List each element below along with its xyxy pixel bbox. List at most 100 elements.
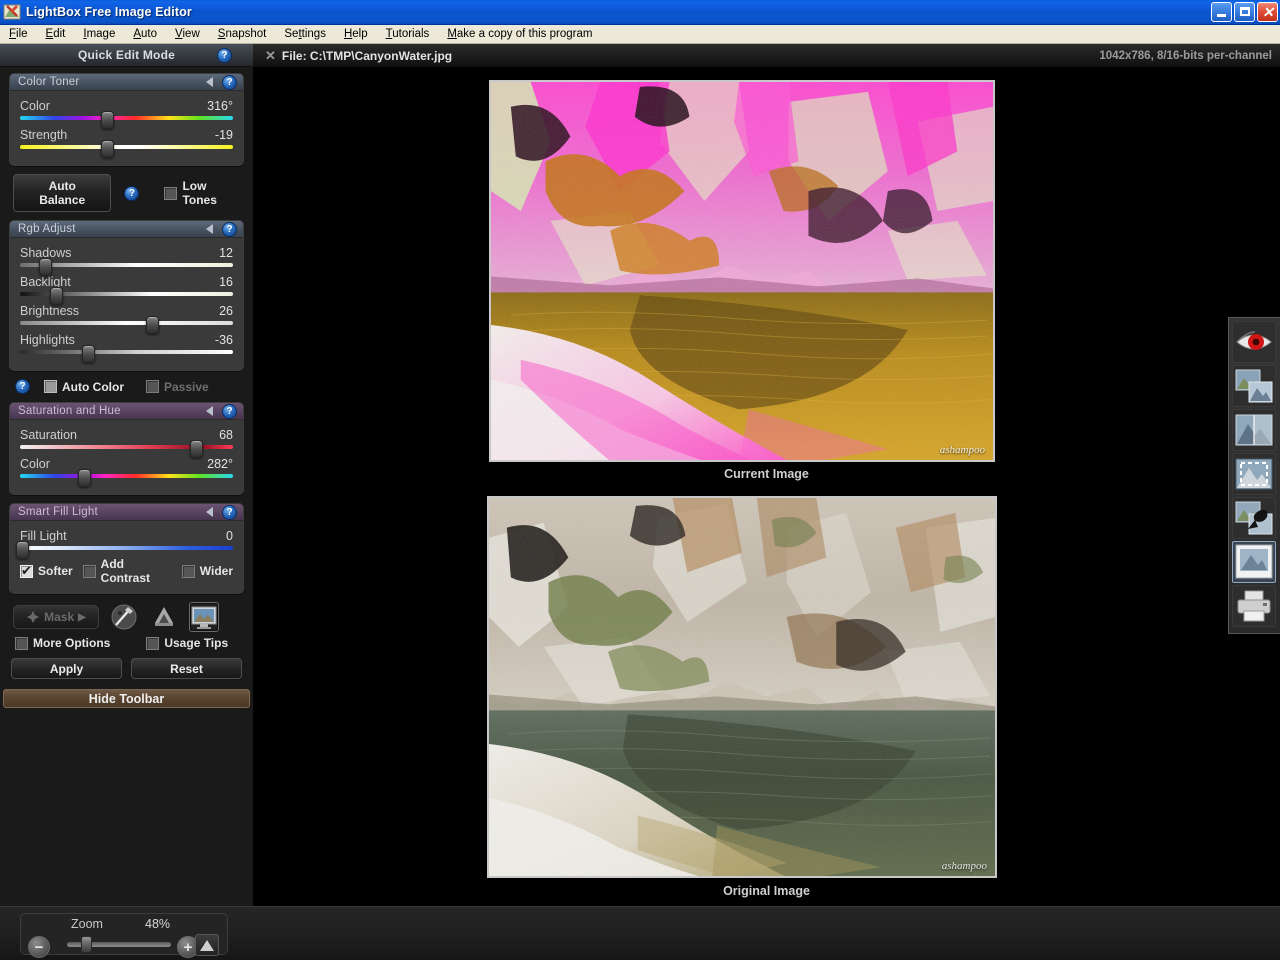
slider-highlights: Highlights -36 (20, 333, 233, 363)
slider-track[interactable] (20, 316, 233, 334)
mask-arrow-icon: ▶ (78, 611, 86, 623)
help-icon[interactable]: ? (15, 379, 30, 394)
slider-value: -36 (214, 333, 233, 347)
menu-view[interactable]: View (166, 27, 209, 42)
collapse-triangle-icon[interactable] (206, 77, 213, 87)
collapse-triangle-icon[interactable] (206, 406, 213, 416)
slider-backlight: Backlight 16 (20, 275, 233, 305)
minimize-button[interactable] (1211, 2, 1232, 22)
menu-snapshot[interactable]: Snapshot (209, 27, 276, 42)
softer-label: Softer (38, 564, 73, 578)
white-border-frame-icon[interactable] (1232, 541, 1276, 583)
help-icon[interactable]: ? (124, 185, 140, 201)
slider-knob[interactable] (100, 140, 114, 158)
slider-color: Color 282° (20, 457, 233, 487)
slider-label: Highlights (20, 333, 75, 347)
add-contrast-label: Add Contrast (100, 557, 151, 585)
wider-checkbox[interactable]: Wider (181, 564, 233, 578)
slider-knob[interactable] (81, 345, 95, 363)
close-file-icon[interactable]: ✕ (265, 48, 276, 64)
more-options-checkbox[interactable]: More Options (15, 636, 110, 650)
current-image-frame[interactable]: ashampoo (489, 80, 995, 462)
auto-color-checkbox[interactable]: Auto Color (44, 380, 124, 394)
shadow-effect-icon[interactable] (1232, 497, 1276, 539)
apply-button[interactable]: Apply (11, 658, 122, 679)
low-tones-checkbox[interactable]: Low Tones (164, 179, 244, 207)
wand-tool-icon[interactable] (109, 602, 139, 632)
crop-selection-icon[interactable] (1232, 453, 1276, 495)
slider-knob[interactable] (190, 440, 204, 458)
slider-label: Color (20, 457, 50, 471)
menu-make-a-copy[interactable]: Make a copy of this program (438, 27, 601, 42)
slider-knob[interactable] (145, 316, 159, 334)
menu-tutorials[interactable]: Tutorials (377, 27, 439, 42)
compare-images-icon[interactable] (1232, 365, 1276, 407)
slider-track[interactable] (20, 258, 233, 276)
original-image-caption: Original Image (723, 884, 810, 898)
menu-settings[interactable]: Settings (275, 27, 335, 42)
help-icon[interactable]: ? (222, 75, 237, 90)
help-icon[interactable]: ? (217, 48, 232, 63)
zoom-slider-knob[interactable] (81, 936, 92, 953)
preview-monitor-icon[interactable] (189, 602, 219, 632)
panel-rgb-adjust: Rgb Adjust ? Shadows 12 Backlight 16 Bri… (9, 220, 244, 371)
collapse-triangle-icon[interactable] (206, 507, 213, 517)
action-buttons: Apply Reset (11, 658, 242, 679)
image-header-bar: ✕ File: C:\TMP\CanyonWater.jpg 1042x786,… (253, 44, 1280, 68)
reset-button[interactable]: Reset (131, 658, 242, 679)
passive-checkbox: Passive (146, 380, 209, 394)
slider-knob[interactable] (39, 258, 53, 276)
menu-bar: File Edit Image Auto View Snapshot Setti… (0, 25, 1280, 44)
slider-value: 26 (219, 304, 233, 318)
slider-track[interactable] (20, 440, 233, 458)
slider-track[interactable] (20, 287, 233, 305)
red-eye-icon[interactable] (1232, 321, 1276, 363)
slider-fill-light: Fill Light 0 (15, 529, 233, 559)
slider-knob[interactable] (15, 541, 29, 559)
help-icon[interactable]: ? (222, 505, 237, 520)
maximize-button[interactable] (1234, 2, 1255, 22)
slider-track[interactable] (20, 345, 233, 363)
lightbox-app-icon (3, 3, 21, 21)
slider-saturation: Saturation 68 (20, 428, 233, 458)
zoom-out-button[interactable]: − (28, 936, 50, 958)
panel-smart-fill-light-header[interactable]: Smart Fill Light ? (10, 504, 243, 521)
hide-toolbar-button[interactable]: Hide Toolbar (3, 689, 250, 708)
slider-knob[interactable] (77, 469, 91, 487)
slider-knob[interactable] (49, 287, 63, 305)
menu-image[interactable]: Image (74, 27, 124, 42)
image-metadata-label: 1042x786, 8/16-bits per-channel (1099, 49, 1272, 62)
smudge-tool-icon[interactable] (149, 602, 179, 632)
low-tones-label: Low Tones (182, 179, 217, 207)
auto-balance-button[interactable]: Auto Balance (13, 174, 112, 212)
panel-rgb-adjust-header[interactable]: Rgb Adjust ? (10, 221, 243, 238)
slider-knob[interactable] (100, 111, 114, 129)
menu-file[interactable]: File (0, 27, 37, 42)
softer-checkbox[interactable]: Softer (20, 563, 73, 578)
help-icon[interactable]: ? (222, 222, 237, 237)
slider-track[interactable] (20, 111, 233, 129)
panel-saturation-hue-header[interactable]: Saturation and Hue ? (10, 403, 243, 420)
triangle-up-icon[interactable] (195, 934, 219, 956)
help-icon[interactable]: ? (222, 404, 237, 419)
slider-label: Backlight (20, 275, 71, 289)
print-icon[interactable] (1232, 585, 1276, 627)
zoom-value: 48% (145, 917, 171, 931)
zoom-slider-track[interactable] (67, 936, 171, 953)
usage-tips-checkbox[interactable]: Usage Tips (146, 636, 228, 650)
original-image-frame[interactable]: ashampoo (487, 496, 997, 878)
quick-edit-mode-header: Quick Edit Mode ? (0, 44, 253, 67)
menu-help[interactable]: Help (335, 27, 377, 42)
slider-track[interactable] (20, 140, 233, 158)
panel-color-toner-header[interactable]: Color Toner ? (10, 74, 243, 91)
slider-track[interactable] (15, 541, 233, 559)
close-button[interactable]: ✕ (1257, 2, 1278, 22)
add-contrast-checkbox[interactable]: Add Contrast (82, 557, 172, 585)
title-bar: LightBox Free Image Editor ✕ (0, 0, 1280, 25)
split-view-icon[interactable] (1232, 409, 1276, 451)
slider-track[interactable] (20, 469, 233, 487)
slider-color: Color 316° (20, 99, 233, 129)
menu-auto[interactable]: Auto (124, 27, 166, 42)
collapse-triangle-icon[interactable] (206, 224, 213, 234)
menu-edit[interactable]: Edit (37, 27, 75, 42)
